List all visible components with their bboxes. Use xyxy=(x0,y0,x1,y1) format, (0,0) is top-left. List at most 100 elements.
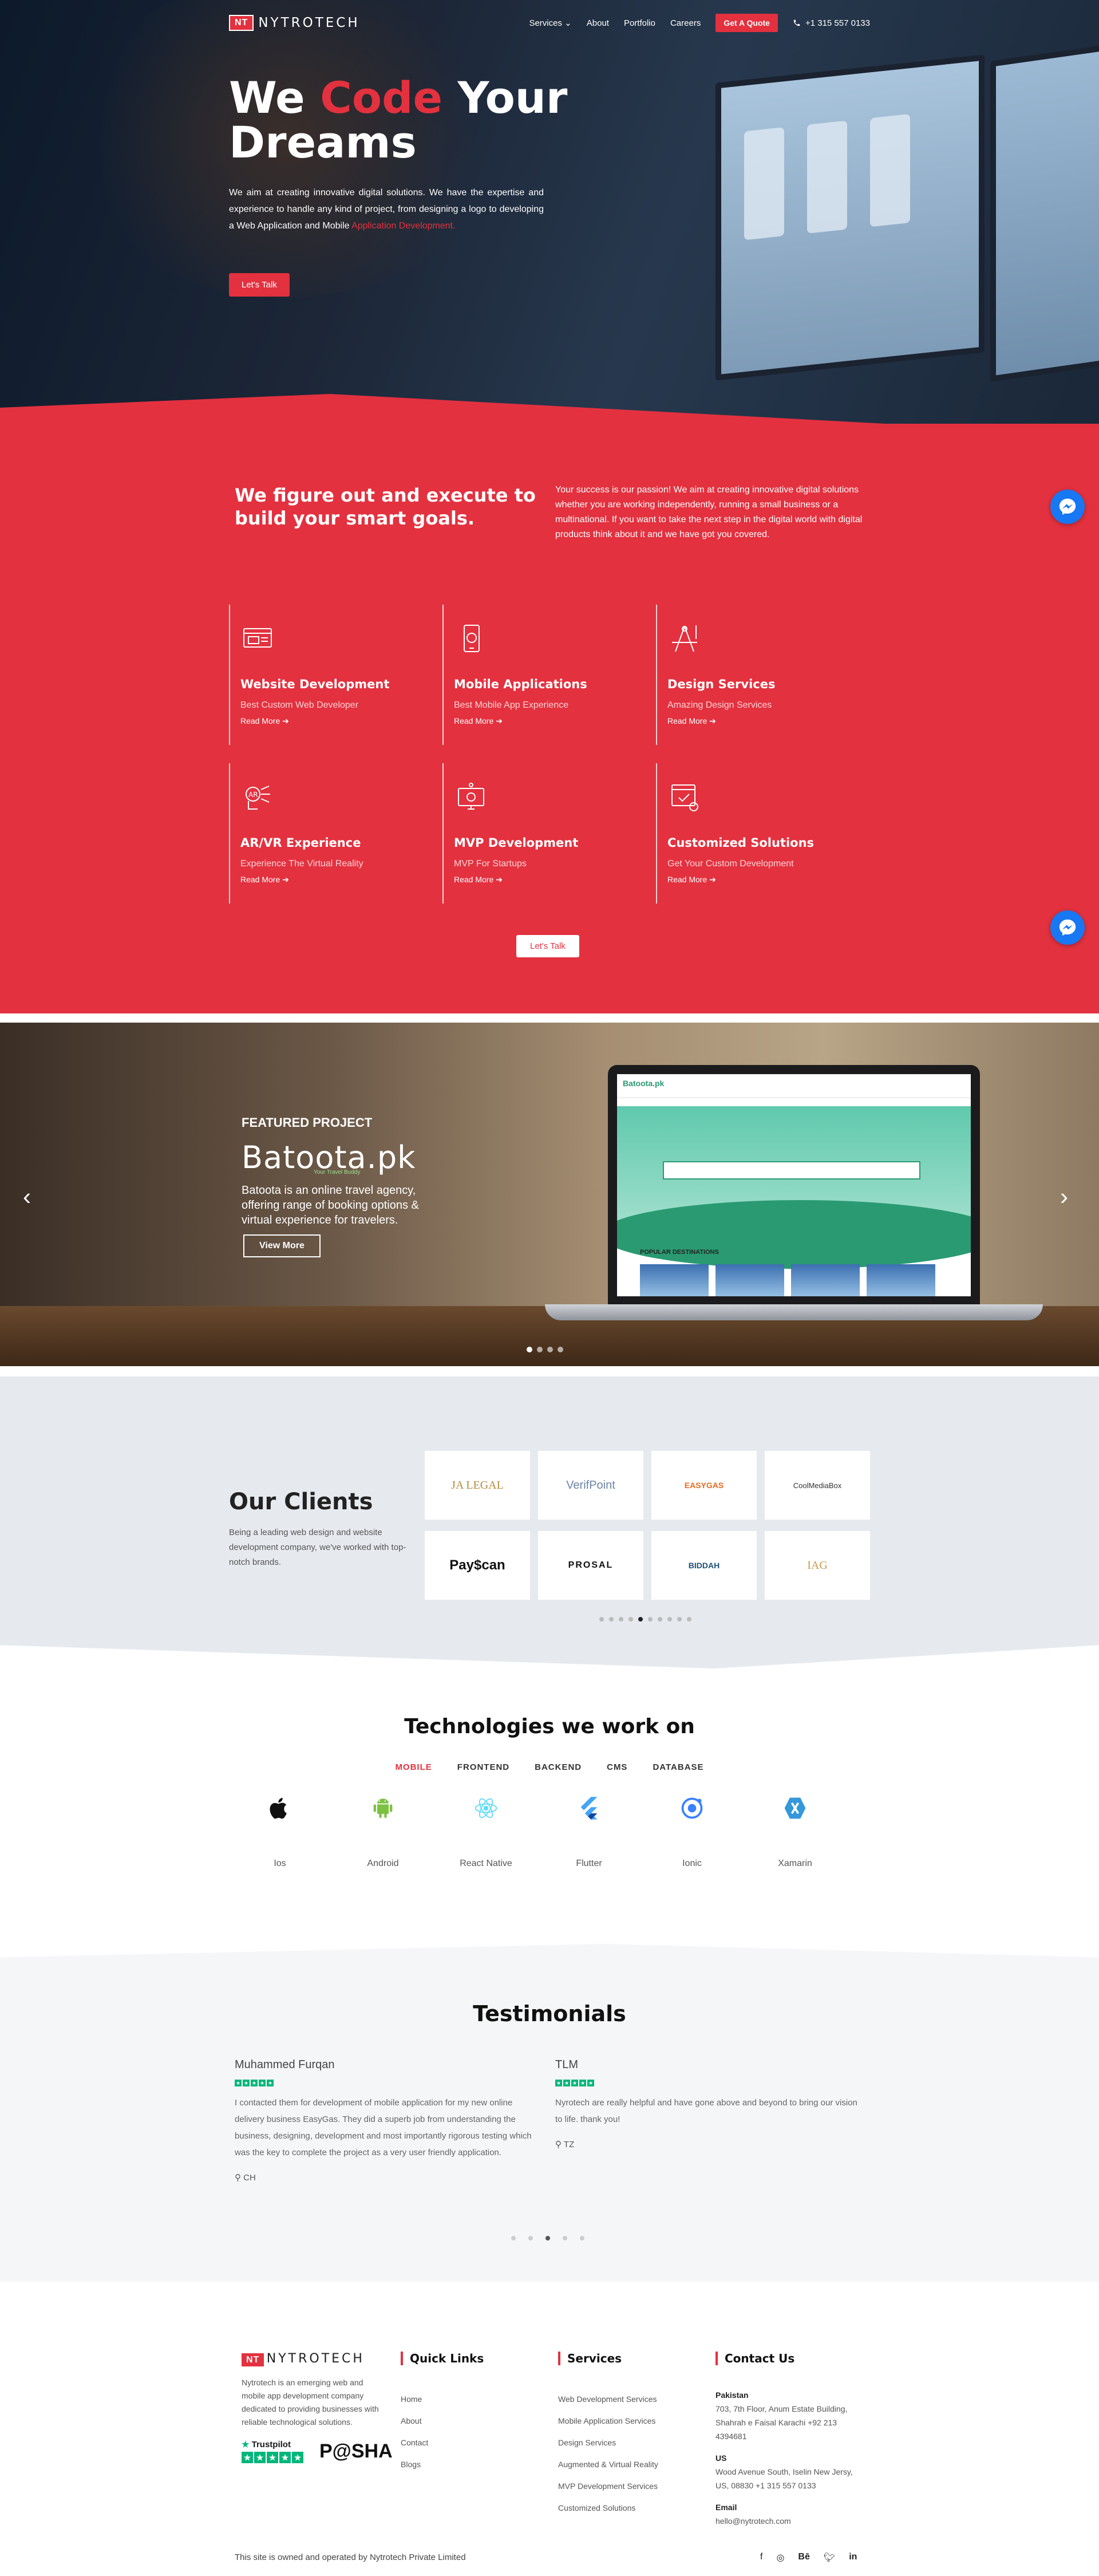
read-more-link[interactable]: Read More ➔ xyxy=(454,716,647,726)
screen-search-bar xyxy=(663,1161,920,1179)
read-more-link[interactable]: Read More ➔ xyxy=(240,875,433,885)
custom-solution-icon xyxy=(671,784,698,811)
read-more-link[interactable]: Read More ➔ xyxy=(667,875,860,885)
technologies-heading: Technologies we work on xyxy=(404,1715,695,1738)
top-navigation: NT NYTROTECH Services ⌄ About Portfolio … xyxy=(229,13,870,33)
footer-quick-links: Quick Links Home About Contact Blogs xyxy=(401,2352,484,2475)
tab-cms[interactable]: CMS xyxy=(607,1762,627,1772)
email-label: Email xyxy=(715,2503,737,2512)
svg-text:AR: AR xyxy=(248,791,258,799)
five-stars-icon: ★ ★ ★ ★ ★ xyxy=(235,2080,274,2086)
footer-service-link[interactable]: Augmented & Virtual Reality xyxy=(558,2453,658,2475)
view-more-button[interactable]: View More xyxy=(243,1234,321,1257)
footer-logo[interactable]: NT NYTROTECH xyxy=(242,2352,393,2366)
footer-service-link[interactable]: Mobile Application Services xyxy=(558,2410,658,2432)
carousel-dot[interactable] xyxy=(511,2236,516,2240)
nav-services[interactable]: Services ⌄ xyxy=(529,18,571,28)
carousel-dot[interactable] xyxy=(628,1617,633,1622)
tab-backend[interactable]: BACKEND xyxy=(535,1762,582,1772)
flutter-icon xyxy=(573,1792,605,1824)
read-more-link[interactable]: Read More ➔ xyxy=(667,716,860,726)
email-link[interactable]: hello@nytrotech.com xyxy=(715,2516,791,2526)
logo-text: NYTROTECH xyxy=(258,15,360,30)
carousel-dot[interactable] xyxy=(609,1617,614,1622)
carousel-dot[interactable] xyxy=(545,2236,550,2240)
footer-service-link[interactable]: Customized Solutions xyxy=(558,2497,658,2519)
client-logo-ja-legal: JA LEGAL xyxy=(425,1451,530,1520)
tab-frontend[interactable]: FRONTEND xyxy=(457,1762,509,1772)
behance-icon[interactable]: Bē xyxy=(798,2552,809,2563)
phone-link[interactable]: +1 315 557 0133 xyxy=(793,18,870,28)
footer-link-blogs[interactable]: Blogs xyxy=(401,2453,484,2475)
carousel-dot[interactable] xyxy=(599,1617,604,1622)
tab-mobile[interactable]: MOBILE xyxy=(395,1762,432,1772)
messenger-chat-button[interactable] xyxy=(1050,490,1085,524)
footer-service-link[interactable]: MVP Development Services xyxy=(558,2475,658,2497)
clients-description: Being a leading web design and website d… xyxy=(229,1528,406,1567)
hero-background-monitor xyxy=(715,54,985,381)
carousel-dot[interactable] xyxy=(658,1617,662,1622)
design-compass-icon xyxy=(672,625,697,652)
hero-description-link[interactable]: Application Development. xyxy=(351,221,455,231)
tech-label: React Native xyxy=(460,1859,512,1868)
carousel-dot[interactable] xyxy=(537,1347,543,1352)
pasha-badge[interactable]: P@SHA xyxy=(319,2440,393,2463)
nav-portfolio[interactable]: Portfolio xyxy=(624,18,655,28)
service-card-arvr[interactable]: AR AR/VR Experience Experience The Virtu… xyxy=(229,763,444,904)
twitter-icon[interactable]: 🐦︎ xyxy=(824,2552,835,2563)
carousel-dot[interactable] xyxy=(677,1617,682,1622)
web-development-icon xyxy=(243,628,272,648)
chevron-down-icon: ⌄ xyxy=(564,18,572,28)
messenger-chat-button-2[interactable] xyxy=(1050,910,1085,945)
five-stars-icon: ★ ★ ★ ★ ★ xyxy=(555,2080,594,2086)
testimonials-carousel-dots xyxy=(511,2236,584,2240)
carousel-dot[interactable] xyxy=(619,1617,623,1622)
carousel-dot[interactable] xyxy=(558,1347,563,1352)
service-card-website[interactable]: Website Development Best Custom Web Deve… xyxy=(229,605,444,745)
contact-heading: Contact Us xyxy=(715,2352,864,2365)
site-logo[interactable]: NT NYTROTECH xyxy=(229,15,360,31)
tech-label: Flutter xyxy=(576,1859,602,1868)
android-icon xyxy=(367,1792,399,1824)
service-card-mobile[interactable]: Mobile Applications Best Mobile App Expe… xyxy=(442,605,657,745)
services-intro: Your success is our passion! We aim at c… xyxy=(555,485,863,539)
lets-talk-button[interactable]: Let's Talk xyxy=(229,273,290,297)
service-title: Website Development xyxy=(240,677,390,691)
service-title: MVP Development xyxy=(454,836,579,850)
footer-link-about[interactable]: About xyxy=(401,2410,484,2432)
read-more-link[interactable]: Read More ➔ xyxy=(454,875,647,885)
carousel-dot[interactable] xyxy=(527,1347,532,1352)
client-logo-verifpoint: VerifPoint xyxy=(538,1451,643,1520)
footer-service-link[interactable]: Design Services xyxy=(558,2432,658,2453)
carousel-dot[interactable] xyxy=(648,1617,653,1622)
carousel-next-arrow-icon[interactable]: › xyxy=(1060,1183,1068,1210)
service-card-design[interactable]: Design Services Amazing Design Services … xyxy=(656,605,871,745)
carousel-dot[interactable] xyxy=(667,1617,672,1622)
carousel-dot[interactable] xyxy=(563,2236,567,2240)
carousel-dot[interactable] xyxy=(687,1617,691,1622)
client-logo-coolmediabox: CoolMediaBox xyxy=(765,1451,870,1520)
services-lets-talk-button[interactable]: Let's Talk xyxy=(516,935,579,957)
nav-about[interactable]: About xyxy=(587,18,609,28)
tab-database[interactable]: DATABASE xyxy=(653,1762,703,1772)
footer-link-home[interactable]: Home xyxy=(401,2388,484,2410)
service-card-custom[interactable]: Customized Solutions Get Your Custom Dev… xyxy=(656,763,871,904)
read-more-link[interactable]: Read More ➔ xyxy=(240,716,433,726)
featured-label: FEATURED PROJECT xyxy=(242,1115,373,1130)
footer-link-contact[interactable]: Contact xyxy=(401,2432,484,2453)
screen-section-title: POPULAR DESTINATIONS xyxy=(640,1249,719,1256)
instagram-icon[interactable]: ◎ xyxy=(776,2552,784,2563)
carousel-dot[interactable] xyxy=(638,1617,643,1622)
footer-service-link[interactable]: Web Development Services xyxy=(558,2388,658,2410)
carousel-dot[interactable] xyxy=(547,1347,553,1352)
service-card-mvp[interactable]: MVP Development MVP For Startups Read Mo… xyxy=(442,763,657,904)
carousel-dot[interactable] xyxy=(528,2236,533,2240)
trustpilot-badge[interactable]: ★ Trustpilot ★ ★ ★ ★ ★ xyxy=(242,2439,303,2463)
carousel-dot[interactable] xyxy=(580,2236,584,2240)
carousel-prev-arrow-icon[interactable]: ‹ xyxy=(23,1183,31,1210)
nav-careers[interactable]: Careers xyxy=(670,18,701,28)
facebook-icon[interactable]: f xyxy=(760,2552,762,2563)
linkedin-icon[interactable]: in xyxy=(849,2552,857,2563)
testimonial-card: Muhammed Furqan ★ ★ ★ ★ ★ I contacted them f… xyxy=(235,2058,544,2183)
get-quote-button[interactable]: Get A Quote xyxy=(715,14,778,32)
